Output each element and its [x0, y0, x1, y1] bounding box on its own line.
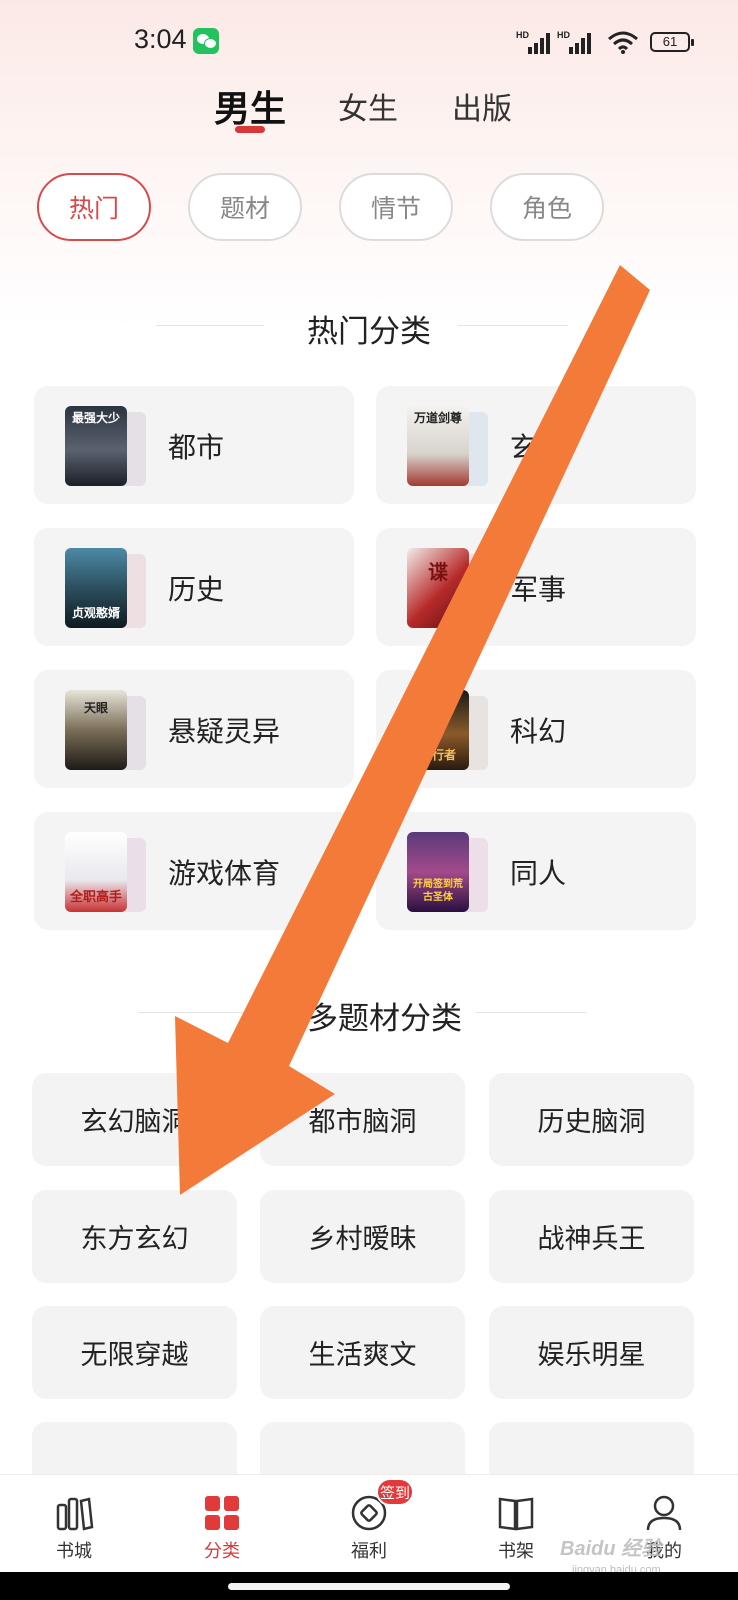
chip-hot[interactable]: 热门: [37, 173, 151, 241]
book-cover-image: 贞观憨婿: [65, 548, 127, 628]
home-indicator[interactable]: [228, 1583, 510, 1590]
wifi-icon: [608, 31, 638, 54]
checkin-badge[interactable]: 签到: [376, 1478, 414, 1506]
cover-title: 谍: [428, 560, 448, 584]
cover-title: 逆行者: [419, 748, 456, 762]
book-cover-image: 天眼: [65, 690, 127, 770]
hot-category-card[interactable]: 开局签到荒古圣体 同人: [376, 812, 696, 930]
hot-category-card[interactable]: 全职高手 游戏体育: [34, 812, 354, 930]
category-label: 玄幻: [510, 431, 567, 464]
cover-title: 全职高手: [69, 890, 122, 905]
cover-title: 开局签到荒古圣体: [413, 879, 463, 903]
nav-category[interactable]: 分类: [148, 1475, 296, 1573]
book-cover-image: 谍: [407, 548, 469, 628]
genre-tile[interactable]: 都市脑洞: [260, 1073, 465, 1166]
nav-bookstore[interactable]: 书城: [0, 1475, 148, 1573]
tab-publishing[interactable]: 出版: [452, 84, 512, 128]
chip-plot[interactable]: 情节: [339, 173, 453, 241]
cover-title: 最强大少: [71, 411, 120, 425]
status-bar: 3:04 HD HD 61: [0, 0, 738, 84]
wechat-notification-icon: [193, 28, 219, 54]
genre-tile[interactable]: 娱乐明星: [489, 1306, 694, 1399]
book-cover-image: 万道剑尊: [407, 406, 469, 486]
tab-male[interactable]: 男生: [214, 80, 286, 132]
hot-category-card[interactable]: 万道剑尊 玄幻: [376, 386, 696, 504]
nav-welfare[interactable]: 福利: [295, 1475, 443, 1573]
hot-category-card[interactable]: 贞观憨婿 历史: [34, 528, 354, 646]
nav-bookstore-label: 书城: [56, 1541, 92, 1562]
book-cover-image: 全职高手: [65, 832, 127, 912]
genre-tile[interactable]: 玄幻脑洞: [32, 1073, 237, 1166]
book-cover-image: 逆行者: [407, 690, 469, 770]
battery-icon: 61: [650, 32, 694, 52]
tab-female[interactable]: 女生: [338, 84, 398, 128]
nav-category-label: 分类: [204, 1541, 240, 1562]
signal-2-icon: HD: [557, 30, 595, 54]
genre-tile[interactable]: 战神兵王: [489, 1190, 694, 1283]
cover-title: 天眼: [83, 701, 108, 715]
cover-title: 贞观憨婿: [71, 606, 120, 620]
genre-section-title-text: 更多题材分类: [276, 1001, 462, 1037]
genre-tile[interactable]: 东方玄幻: [32, 1190, 237, 1283]
signal-2-hd-label: HD: [557, 30, 570, 40]
hot-section-title-text: 热门分类: [307, 314, 431, 350]
bookshelf-icon: [498, 1497, 534, 1531]
hot-category-card[interactable]: 最强大少 都市: [34, 386, 354, 504]
category-label: 科幻: [510, 715, 567, 748]
genre-section-title: 更多题材分类: [0, 993, 738, 1037]
hot-category-card[interactable]: 逆行者 科幻: [376, 670, 696, 788]
category-label: 同人: [510, 857, 567, 890]
category-label: 游戏体育: [168, 857, 281, 890]
category-grid-icon: [205, 1496, 239, 1530]
genre-tile[interactable]: 乡村暧昧: [260, 1190, 465, 1283]
genre-tile[interactable]: 生活爽文: [260, 1306, 465, 1399]
active-tab-indicator: [235, 126, 265, 133]
baidu-watermark: Baidu 经验: [560, 1538, 662, 1560]
bookstore-icon: [56, 1497, 94, 1531]
genre-tile[interactable]: 历史脑洞: [489, 1073, 694, 1166]
category-label: 都市: [168, 431, 225, 464]
book-cover-image: 开局签到荒古圣体: [407, 832, 469, 912]
hot-category-card[interactable]: 天眼 悬疑灵异: [34, 670, 354, 788]
chip-role[interactable]: 角色: [490, 173, 604, 241]
status-time: 3:04: [134, 24, 187, 54]
signal-1-hd-label: HD: [516, 30, 529, 40]
signal-1-icon: HD: [516, 30, 554, 54]
category-label: 悬疑灵异: [168, 715, 281, 748]
cover-title: 万道剑尊: [413, 411, 462, 425]
book-cover-image: 最强大少: [65, 406, 127, 486]
category-label: 军事: [510, 573, 567, 606]
category-label: 历史: [168, 573, 225, 606]
hot-section-title: 热门分类: [0, 306, 738, 350]
nav-welfare-label: 福利: [351, 1541, 387, 1562]
genre-tile[interactable]: 无限穿越: [32, 1306, 237, 1399]
hot-category-card[interactable]: 谍 军事: [376, 528, 696, 646]
profile-icon: [646, 1495, 682, 1531]
chip-theme[interactable]: 题材: [188, 173, 302, 241]
